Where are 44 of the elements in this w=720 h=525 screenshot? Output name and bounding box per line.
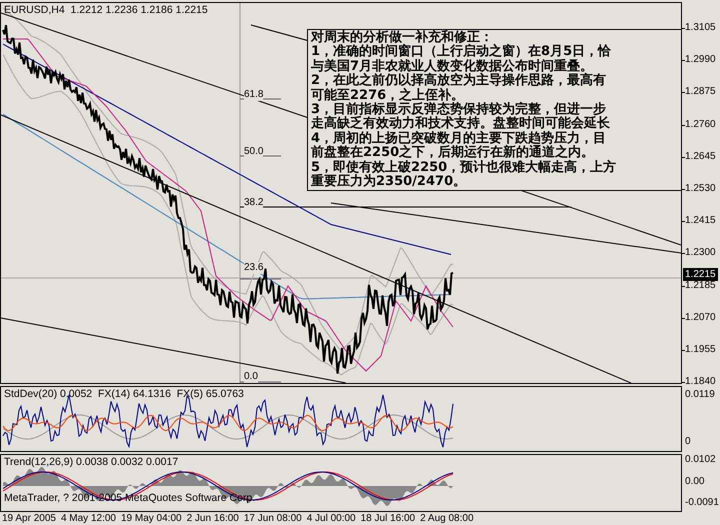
axis-label: -0.0091 xyxy=(685,497,719,509)
fibonacci-label: 50.0 xyxy=(244,146,264,158)
time-label: 4 May 12:00 xyxy=(60,512,116,525)
axis-label: 0 xyxy=(685,436,691,448)
time-label: 18 Jul 16:00 xyxy=(360,512,416,525)
price-label: 1.3105 xyxy=(685,22,716,34)
price-label: 1.2530 xyxy=(685,183,716,195)
axis-label: 0.0119 xyxy=(685,389,715,401)
note-text: 对周末的分析做一补充和修正： xyxy=(311,31,493,45)
price-label: 1.2185 xyxy=(685,280,716,292)
note-text: 4，周初的上扬已突破数月的主要下跌趋势压力，目 xyxy=(311,132,608,146)
price-label: 1.2300 xyxy=(685,247,716,260)
time-label: 2 Aug 08:00 xyxy=(420,512,474,525)
note-text: 前盘整在2250之下，后期运行在新的通道之内。 xyxy=(311,146,594,160)
price-label: 1.2645 xyxy=(685,150,716,163)
fibonacci-label: 61.8 xyxy=(244,89,264,101)
time-label: 17 Jun 08:00 xyxy=(244,512,302,525)
current-price-label: 1.2215 xyxy=(683,268,718,281)
time-label: 19 Apr 2005 xyxy=(2,512,56,525)
note-text: 可能至2276，之上侄补。 xyxy=(311,88,464,103)
indicator-title: StdDev(20) 0.0052 FX(14) 64.1316 FX(5) 65.0763 xyxy=(4,388,244,401)
time-label: 2 Jun 16:00 xyxy=(186,512,239,525)
note-text: 2，在此之前仍以择高放空为主导操作思路，最高有 xyxy=(311,74,608,88)
chart-title: EURUSD,H4 1.2212 1.2236 1.2186 1.2215 xyxy=(4,4,208,17)
note-text: 1，准确的时间窗口（上行启动之窗）在8月5日，恰 xyxy=(311,45,612,60)
time-label: 19 May 04:00 xyxy=(120,512,182,525)
note-text: 与美国7月非农就业人数变化数据公布时间重叠。 xyxy=(311,60,594,74)
price-label: 1.1840 xyxy=(685,376,716,388)
note-text: 5，即使有效上破2250，预计也很难大幅走高，上方 xyxy=(311,160,618,175)
indicator-title: Trend(12,26,9) 0.0038 0.0032 0.0017 xyxy=(4,456,178,469)
fibonacci-label: 23.6 xyxy=(244,262,264,274)
price-label: 1.2990 xyxy=(685,54,716,66)
fibonacci-label: 38.2 xyxy=(244,197,264,209)
price-label: 1.2760 xyxy=(685,118,716,131)
time-label: 4 Jul 00:00 xyxy=(306,512,356,525)
price-label: 1.2070 xyxy=(685,312,716,324)
note-text: 重要压力为2350/2470。 xyxy=(311,175,468,190)
price-label: 1.1955 xyxy=(685,344,716,356)
note-text: 走高缺乏有效动力和技术支持。盘整时间可能会延长 xyxy=(311,117,611,132)
price-label: 1.2415 xyxy=(685,215,716,228)
price-label: 1.2875 xyxy=(685,86,716,98)
axis-label: 0.0102 xyxy=(685,454,716,466)
fibonacci-label: 0.0 xyxy=(244,371,258,383)
axis-label: 0.00 xyxy=(685,476,704,488)
